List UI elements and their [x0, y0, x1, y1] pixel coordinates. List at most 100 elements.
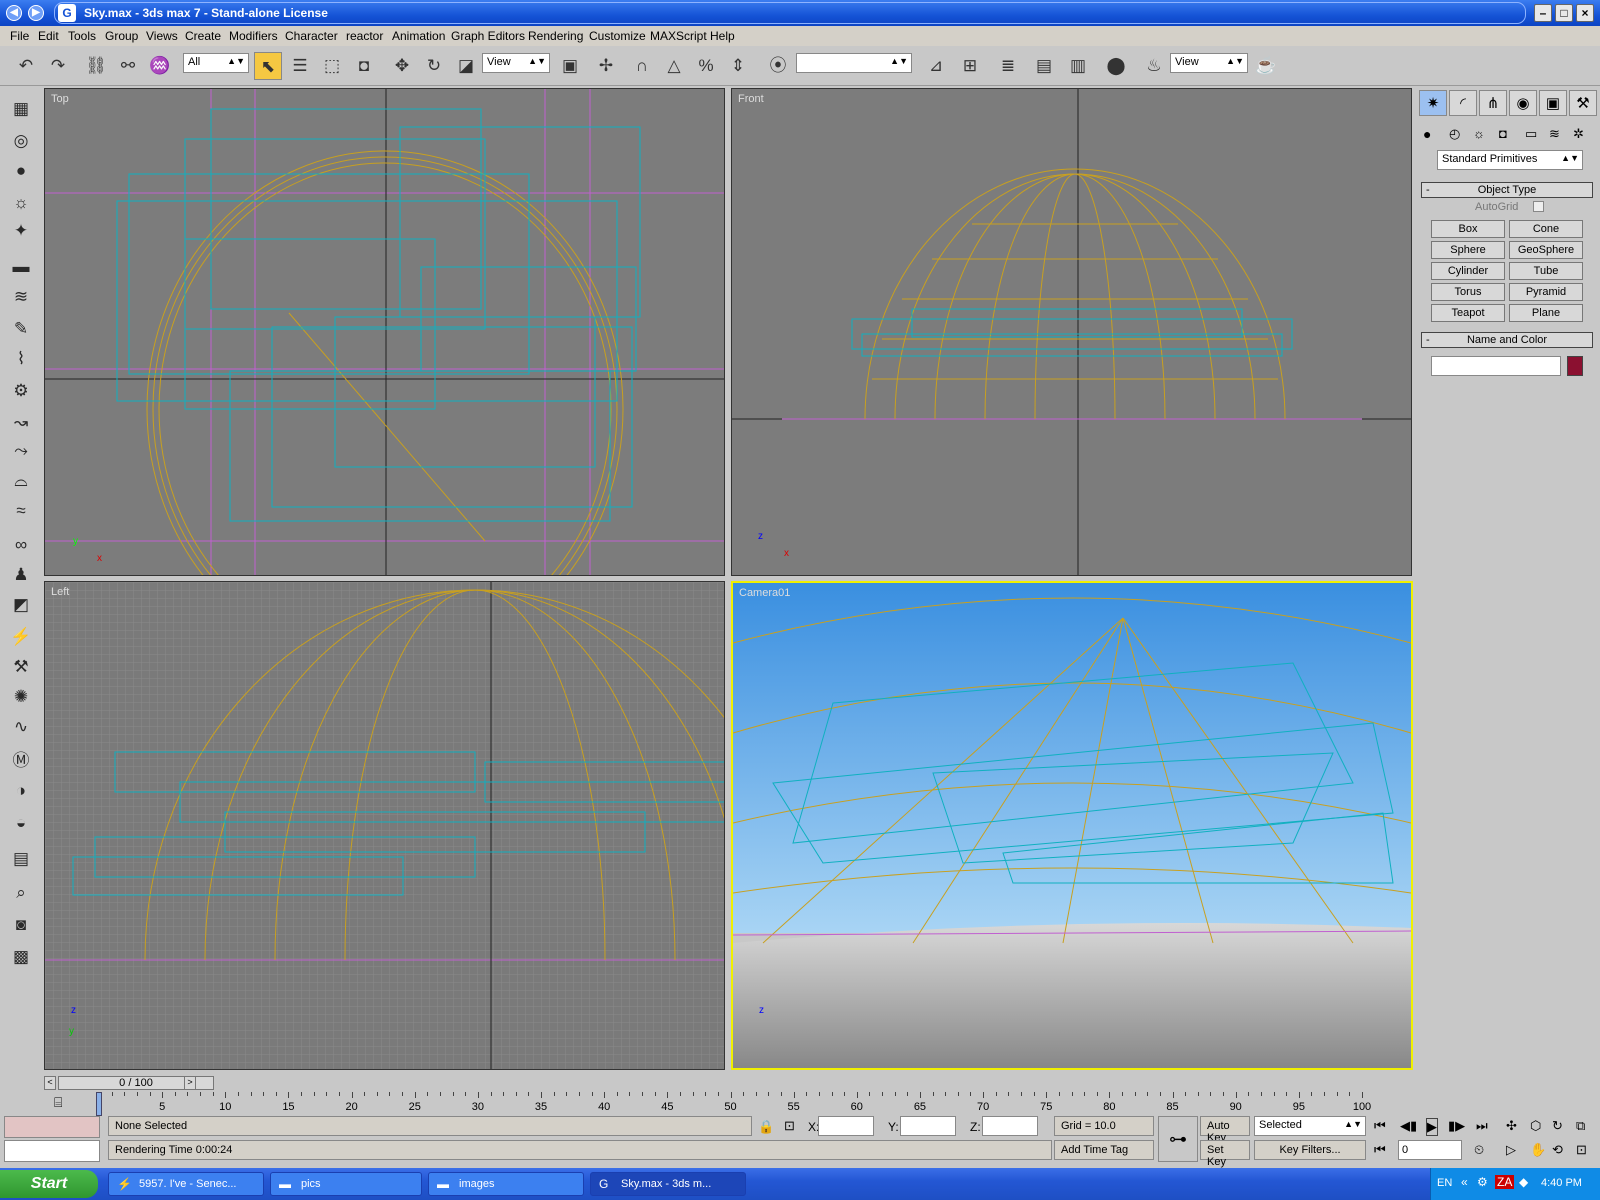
viewport-label[interactable]: Left: [51, 586, 69, 598]
plane-button[interactable]: Plane: [1509, 304, 1583, 322]
menu-maxscript[interactable]: MAXScript: [650, 29, 707, 43]
minimize-button[interactable]: –: [1534, 4, 1552, 22]
torus-button[interactable]: Torus: [1431, 283, 1505, 301]
key-filters-button[interactable]: Key Filters...: [1254, 1140, 1366, 1160]
menu-reactor[interactable]: reactor: [346, 29, 383, 43]
selection-filter-dropdown[interactable]: All ▲▼: [183, 53, 249, 73]
maxscript-input[interactable]: [4, 1140, 100, 1162]
film-icon[interactable]: ▩: [8, 944, 34, 970]
pyramid-button[interactable]: Pyramid: [1509, 283, 1583, 301]
light-tool-icon[interactable]: ☼: [8, 190, 34, 216]
go-to-start-icon[interactable]: ⏮: [1374, 1118, 1386, 1134]
display-tab-icon[interactable]: ▣: [1539, 90, 1567, 116]
start-button[interactable]: Start: [0, 1170, 98, 1198]
name-color-rollout[interactable]: - Name and Color: [1421, 332, 1593, 348]
key-mode-toggle-icon[interactable]: ⏮: [1374, 1142, 1386, 1158]
geosphere-button[interactable]: GeoSphere: [1509, 241, 1583, 259]
forward-icon[interactable]: ▶: [28, 5, 44, 21]
render-type-dropdown[interactable]: View ▲▼: [1170, 53, 1248, 73]
cylinder-button[interactable]: Cylinder: [1431, 262, 1505, 280]
scale-icon[interactable]: ◪: [452, 52, 480, 80]
menu-rendering[interactable]: Rendering: [528, 29, 583, 43]
field-of-view-icon[interactable]: ⊡: [1576, 1142, 1587, 1158]
select-manipulate-icon[interactable]: ✢: [592, 52, 620, 80]
maximize-viewport-icon[interactable]: ⧉: [1576, 1118, 1585, 1134]
zoom-all-icon[interactable]: ⬡: [1530, 1118, 1541, 1134]
snaps-toggle-icon[interactable]: ∩: [628, 52, 656, 80]
gear-icon[interactable]: ⚙: [8, 378, 34, 404]
curve-editor-mini-icon[interactable]: ⌸: [54, 1094, 62, 1111]
object-color-swatch[interactable]: [1567, 356, 1583, 376]
current-frame-field[interactable]: 0: [1398, 1140, 1462, 1160]
time-cursor[interactable]: [96, 1092, 102, 1116]
star-tool-icon[interactable]: ✦: [8, 218, 34, 244]
zoom-icon[interactable]: ✣: [1506, 1118, 1517, 1134]
coil-tool-icon[interactable]: ≋: [8, 284, 34, 310]
schematic-view-icon[interactable]: ▥: [1064, 52, 1092, 80]
menu-customize[interactable]: Customize: [589, 29, 646, 43]
redo-icon[interactable]: ↷: [44, 52, 72, 80]
track-bar[interactable]: ⌸ 5 10 15 20 25 30 35 40 45 50 55 60 65 70 75 80 85 90 95 1…: [0, 1092, 1600, 1116]
viewport-front[interactable]: z x Front: [731, 88, 1412, 576]
tray-app-icon[interactable]: ⚙: [1477, 1175, 1488, 1189]
maxscript-listener[interactable]: [4, 1116, 100, 1138]
layer-manager-icon[interactable]: ≣: [994, 52, 1022, 80]
space-warps-icon[interactable]: ≋: [1549, 126, 1560, 142]
object-type-rollout[interactable]: - Object Type: [1421, 182, 1593, 198]
next-frame-arrow-icon[interactable]: >: [184, 1076, 196, 1090]
biped-tool-icon[interactable]: ♟: [8, 562, 34, 588]
teapot-button[interactable]: Teapot: [1431, 304, 1505, 322]
zonealarm-icon[interactable]: ZA: [1495, 1175, 1515, 1189]
curve-editor-icon[interactable]: ▤: [1030, 52, 1058, 80]
lights-icon[interactable]: ☼: [1473, 126, 1485, 141]
geometry-category-dropdown[interactable]: Standard Primitives ▲▼: [1437, 150, 1583, 170]
select-by-name-icon[interactable]: ☰: [286, 52, 314, 80]
menu-modifiers[interactable]: Modifiers: [229, 29, 278, 43]
spinner-snap-icon[interactable]: ⇕: [724, 52, 752, 80]
add-time-tag-button[interactable]: Add Time Tag: [1054, 1140, 1154, 1160]
pivot-center-icon[interactable]: ▣: [556, 52, 584, 80]
material-sphere-icon[interactable]: ◑: [8, 778, 34, 804]
rect-selection-icon[interactable]: ⬚: [318, 52, 346, 80]
wheel-tool-icon[interactable]: ✺: [8, 684, 34, 710]
go-to-end-icon[interactable]: ⏭: [1476, 1118, 1488, 1134]
unlink-icon[interactable]: ⚯: [114, 52, 142, 80]
task-item-pics[interactable]: ▬ pics: [270, 1172, 422, 1196]
close-button[interactable]: ×: [1576, 4, 1594, 22]
menu-graph-editors[interactable]: Graph Editors: [451, 29, 525, 43]
menu-create[interactable]: Create: [185, 29, 221, 43]
window-crossing-icon[interactable]: ◘: [350, 52, 378, 80]
wave-tool-icon[interactable]: ≈: [8, 498, 34, 524]
menu-group[interactable]: Group: [105, 29, 138, 43]
menu-character[interactable]: Character: [285, 29, 338, 43]
menu-views[interactable]: Views: [146, 29, 178, 43]
language-indicator[interactable]: EN: [1437, 1177, 1452, 1189]
create-tab-icon[interactable]: ✷: [1419, 90, 1447, 116]
hierarchy-tab-icon[interactable]: ⋔: [1479, 90, 1507, 116]
back-icon[interactable]: ◀: [6, 5, 22, 21]
rope-tool-icon[interactable]: ∿: [8, 714, 34, 740]
viewport-label[interactable]: Top: [51, 93, 69, 105]
menu-file[interactable]: File: [10, 29, 29, 43]
x-coord-field[interactable]: [818, 1116, 874, 1136]
box-tool-icon[interactable]: ▦: [8, 96, 34, 122]
shapes-icon[interactable]: ◴: [1449, 126, 1460, 142]
tray-shield-icon[interactable]: ◆: [1519, 1175, 1528, 1189]
task-item-3dsmax[interactable]: G Sky.max - 3ds m...: [590, 1172, 746, 1196]
task-item-browser[interactable]: ⚡ 5957. I've - Senec...: [108, 1172, 264, 1196]
lock-icon[interactable]: 🔒: [758, 1119, 774, 1135]
viewport-left[interactable]: z y Left: [44, 581, 725, 1070]
quick-render-icon[interactable]: ☕: [1252, 52, 1280, 80]
motion-tab-icon[interactable]: ◉: [1509, 90, 1537, 116]
material-map-icon[interactable]: ◒: [8, 810, 34, 836]
play-icon[interactable]: ▶: [1426, 1118, 1438, 1136]
shape-tool-icon[interactable]: ▬: [8, 254, 34, 280]
align-icon[interactable]: ⊞: [956, 52, 984, 80]
select-link-icon[interactable]: ⛓: [82, 52, 110, 80]
spring-tool-icon[interactable]: ∞: [8, 532, 34, 558]
set-keys-icon[interactable]: ⊶: [1158, 1116, 1198, 1162]
named-selection-icon[interactable]: ⦿: [764, 52, 792, 80]
sphere-button[interactable]: Sphere: [1431, 241, 1505, 259]
named-selection-sets-dropdown[interactable]: ▲▼: [796, 53, 912, 73]
y-coord-field[interactable]: [900, 1116, 956, 1136]
